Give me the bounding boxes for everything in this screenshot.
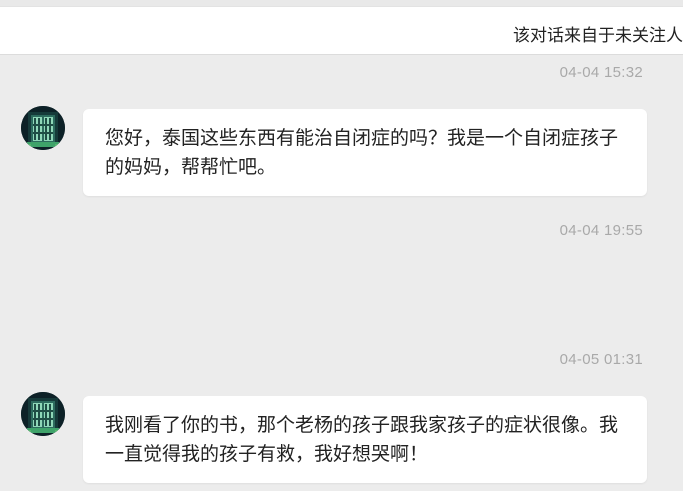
avatar-image xyxy=(21,392,65,436)
message-bubble: 您好，泰国这些东西有能治自闭症的吗？我是一个自闭症孩子的妈妈，帮帮忙吧。 xyxy=(83,109,647,196)
message-timestamp: 04-05 01:31 xyxy=(559,351,643,368)
message-timestamp: 04-04 15:32 xyxy=(559,64,643,81)
chat-page: 该对话来自于未关注人 04-04 15:32 您好，泰国这些东西有能治自闭症的吗… xyxy=(0,0,683,491)
message-bubble: 我刚看了你的书，那个老杨的孩子跟我家孩子的症状很像。我一直觉得我的孩子有救，我好… xyxy=(83,396,647,483)
sender-avatar[interactable] xyxy=(21,106,65,150)
notice-bar: 该对话来自于未关注人 xyxy=(0,6,683,55)
avatar-image xyxy=(21,106,65,150)
sender-avatar[interactable] xyxy=(21,392,65,436)
message-timestamp: 04-04 19:55 xyxy=(559,222,643,239)
notice-text: 该对话来自于未关注人 xyxy=(513,26,683,46)
